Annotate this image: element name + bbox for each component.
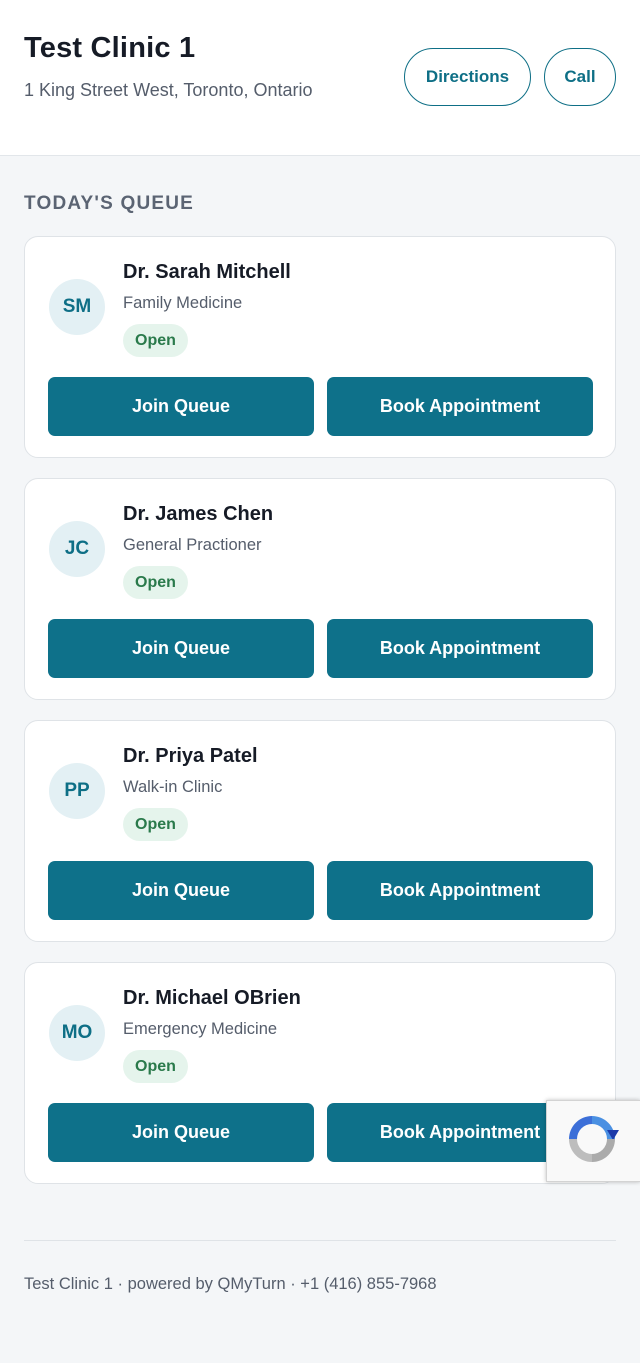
join-queue-button[interactable]: Join Queue: [48, 1103, 314, 1162]
clinic-name: Test Clinic 1: [24, 32, 196, 64]
clinic-header: Test Clinic 1 1 King Street West, Toront…: [0, 0, 640, 156]
recaptcha-icon: [563, 1110, 621, 1173]
directions-button[interactable]: Directions: [404, 48, 531, 106]
avatar: MO: [49, 1005, 105, 1061]
join-queue-button[interactable]: Join Queue: [48, 861, 314, 920]
join-queue-button[interactable]: Join Queue: [48, 619, 314, 678]
call-button[interactable]: Call: [544, 48, 616, 106]
doctor-specialty: Walk-in Clinic: [123, 778, 223, 796]
doctor-name: Dr. Michael OBrien: [123, 987, 301, 1009]
queue-section-title: TODAY'S QUEUE: [24, 193, 195, 214]
status-badge: Open: [123, 1050, 188, 1083]
book-appointment-button[interactable]: Book Appointment: [327, 861, 593, 920]
doctor-specialty: Emergency Medicine: [123, 1020, 278, 1038]
doctor-card: PP Dr. Priya Patel Walk-in Clinic Open J…: [24, 720, 616, 942]
status-badge: Open: [123, 808, 188, 841]
footer-divider: [24, 1240, 616, 1241]
doctor-specialty: General Practioner: [123, 536, 262, 554]
doctor-card: JC Dr. James Chen General Practioner Ope…: [24, 478, 616, 700]
doctor-name: Dr. James Chen: [123, 503, 274, 525]
join-queue-button[interactable]: Join Queue: [48, 377, 314, 436]
footer-text: Test Clinic 1 · powered by QMyTurn · +1 …: [24, 1275, 437, 1293]
avatar: SM: [49, 279, 105, 335]
clinic-address: 1 King Street West, Toronto, Ontario: [24, 80, 313, 100]
recaptcha-badge[interactable]: [546, 1100, 640, 1182]
avatar: PP: [49, 763, 105, 819]
doctor-card: SM Dr. Sarah Mitchell Family Medicine Op…: [24, 236, 616, 458]
doctor-name: Dr. Priya Patel: [123, 745, 258, 767]
status-badge: Open: [123, 324, 188, 357]
doctor-specialty: Family Medicine: [123, 294, 243, 312]
doctor-card: MO Dr. Michael OBrien Emergency Medicine…: [24, 962, 616, 1184]
doctor-name: Dr. Sarah Mitchell: [123, 261, 291, 283]
book-appointment-button[interactable]: Book Appointment: [327, 377, 593, 436]
status-badge: Open: [123, 566, 188, 599]
book-appointment-button[interactable]: Book Appointment: [327, 619, 593, 678]
avatar: JC: [49, 521, 105, 577]
